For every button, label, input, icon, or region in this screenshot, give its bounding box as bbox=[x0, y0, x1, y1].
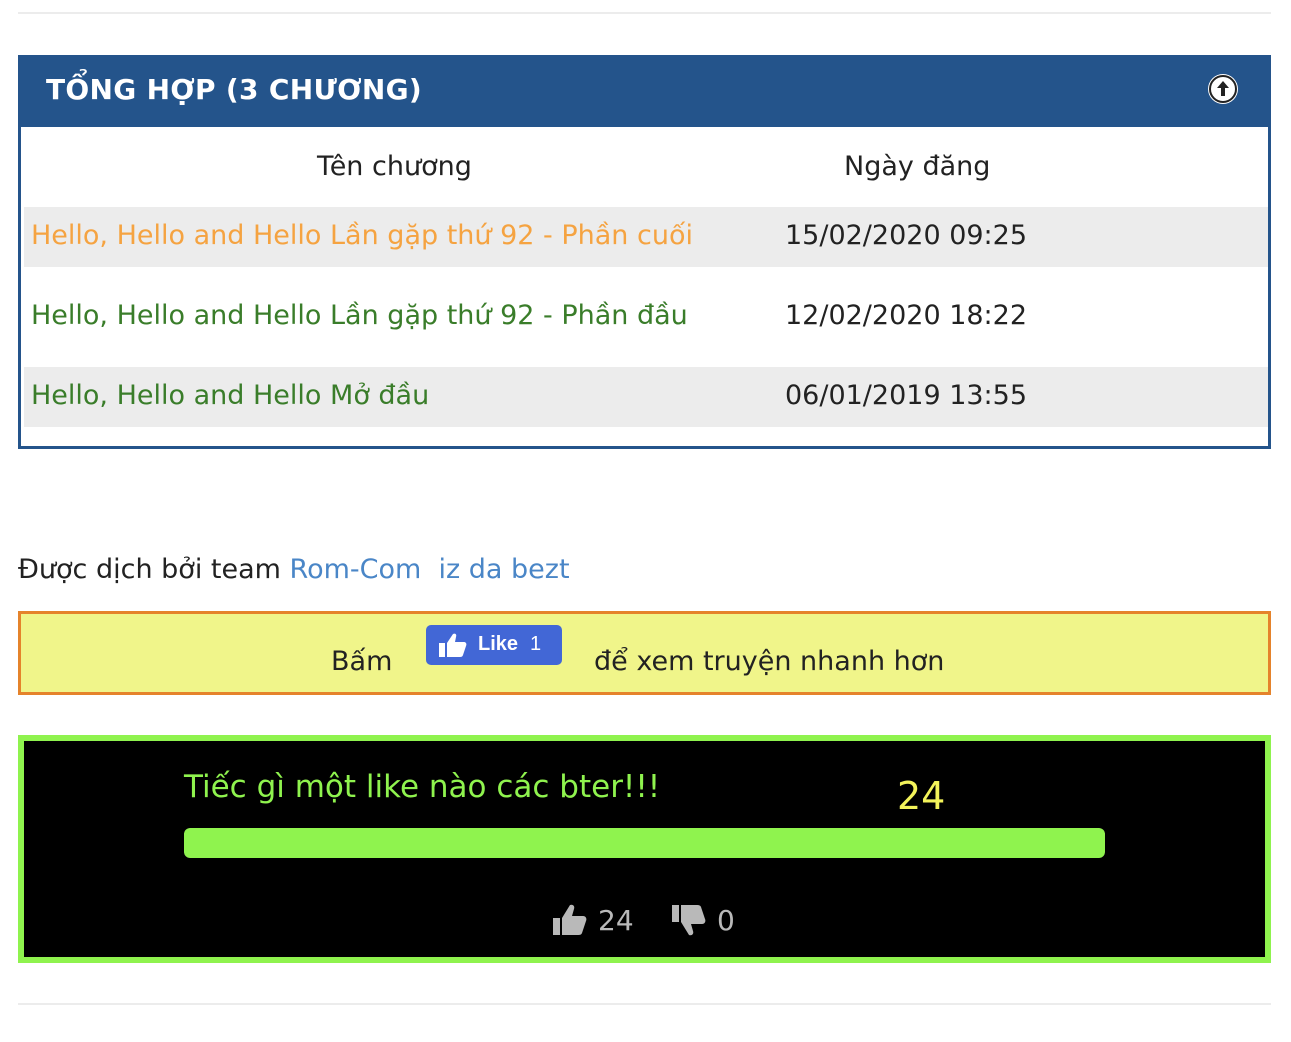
column-header-chapter-name: Tên chương bbox=[317, 151, 472, 182]
facebook-like-count: 1 bbox=[530, 633, 542, 655]
bottom-divider bbox=[18, 1003, 1271, 1005]
team-tagline-link[interactable]: iz da bezt bbox=[439, 554, 570, 585]
arrow-up-icon[interactable] bbox=[1208, 74, 1238, 104]
upvote-count: 24 bbox=[598, 904, 634, 937]
like-prompt-after: để xem truyện nhanh hơn bbox=[594, 646, 945, 677]
facebook-like-button[interactable]: Like 1 bbox=[426, 625, 562, 665]
translation-credit: Được dịch bởi team Rom-Com iz da bezt bbox=[18, 554, 570, 585]
chapter-date: 15/02/2020 09:25 bbox=[785, 220, 1028, 251]
table-row: Hello, Hello and Hello Mở đầu 06/01/2019… bbox=[24, 367, 1268, 427]
chapter-date: 06/01/2019 13:55 bbox=[785, 380, 1028, 411]
vote-progress-bar bbox=[184, 828, 1105, 858]
like-prompt-box: Bấm Like 1 để xem truyện nhanh hơn bbox=[18, 611, 1271, 695]
facebook-like-label: Like bbox=[478, 633, 519, 655]
vote-total: 24 bbox=[897, 774, 946, 818]
chapter-list-panel: TỔNG HỢP (3 CHƯƠNG) Tên chương Ngày đăng… bbox=[18, 55, 1271, 449]
thumbs-down-icon bbox=[672, 905, 706, 936]
table-row: Hello, Hello and Hello Lần gặp thứ 92 - … bbox=[24, 287, 1268, 347]
credit-prefix: Được dịch bởi team bbox=[18, 554, 290, 585]
thumbs-up-icon bbox=[553, 904, 587, 935]
chapter-link[interactable]: Hello, Hello and Hello Lần gặp thứ 92 - … bbox=[31, 300, 688, 331]
team-link[interactable]: Rom-Com bbox=[290, 554, 422, 585]
column-header-post-date: Ngày đăng bbox=[844, 151, 991, 182]
top-divider bbox=[18, 12, 1271, 14]
panel-title: TỔNG HỢP (3 CHƯƠNG) bbox=[46, 73, 423, 106]
thumbs-up-icon bbox=[439, 633, 467, 657]
table-row: Hello, Hello and Hello Lần gặp thứ 92 - … bbox=[24, 207, 1268, 267]
vote-box: Tiếc gì một like nào các bter!!! 24 24 0 bbox=[18, 735, 1271, 963]
chapter-link[interactable]: Hello, Hello and Hello Mở đầu bbox=[31, 380, 429, 411]
vote-progress-fill bbox=[184, 828, 1105, 858]
panel-header: TỔNG HỢP (3 CHƯƠNG) bbox=[18, 55, 1271, 127]
chapter-link[interactable]: Hello, Hello and Hello Lần gặp thứ 92 - … bbox=[31, 220, 693, 251]
like-prompt-before: Bấm bbox=[331, 646, 393, 677]
chapter-date: 12/02/2020 18:22 bbox=[785, 300, 1028, 331]
vote-title: Tiếc gì một like nào các bter!!! bbox=[184, 769, 661, 805]
downvote-count: 0 bbox=[717, 904, 735, 937]
